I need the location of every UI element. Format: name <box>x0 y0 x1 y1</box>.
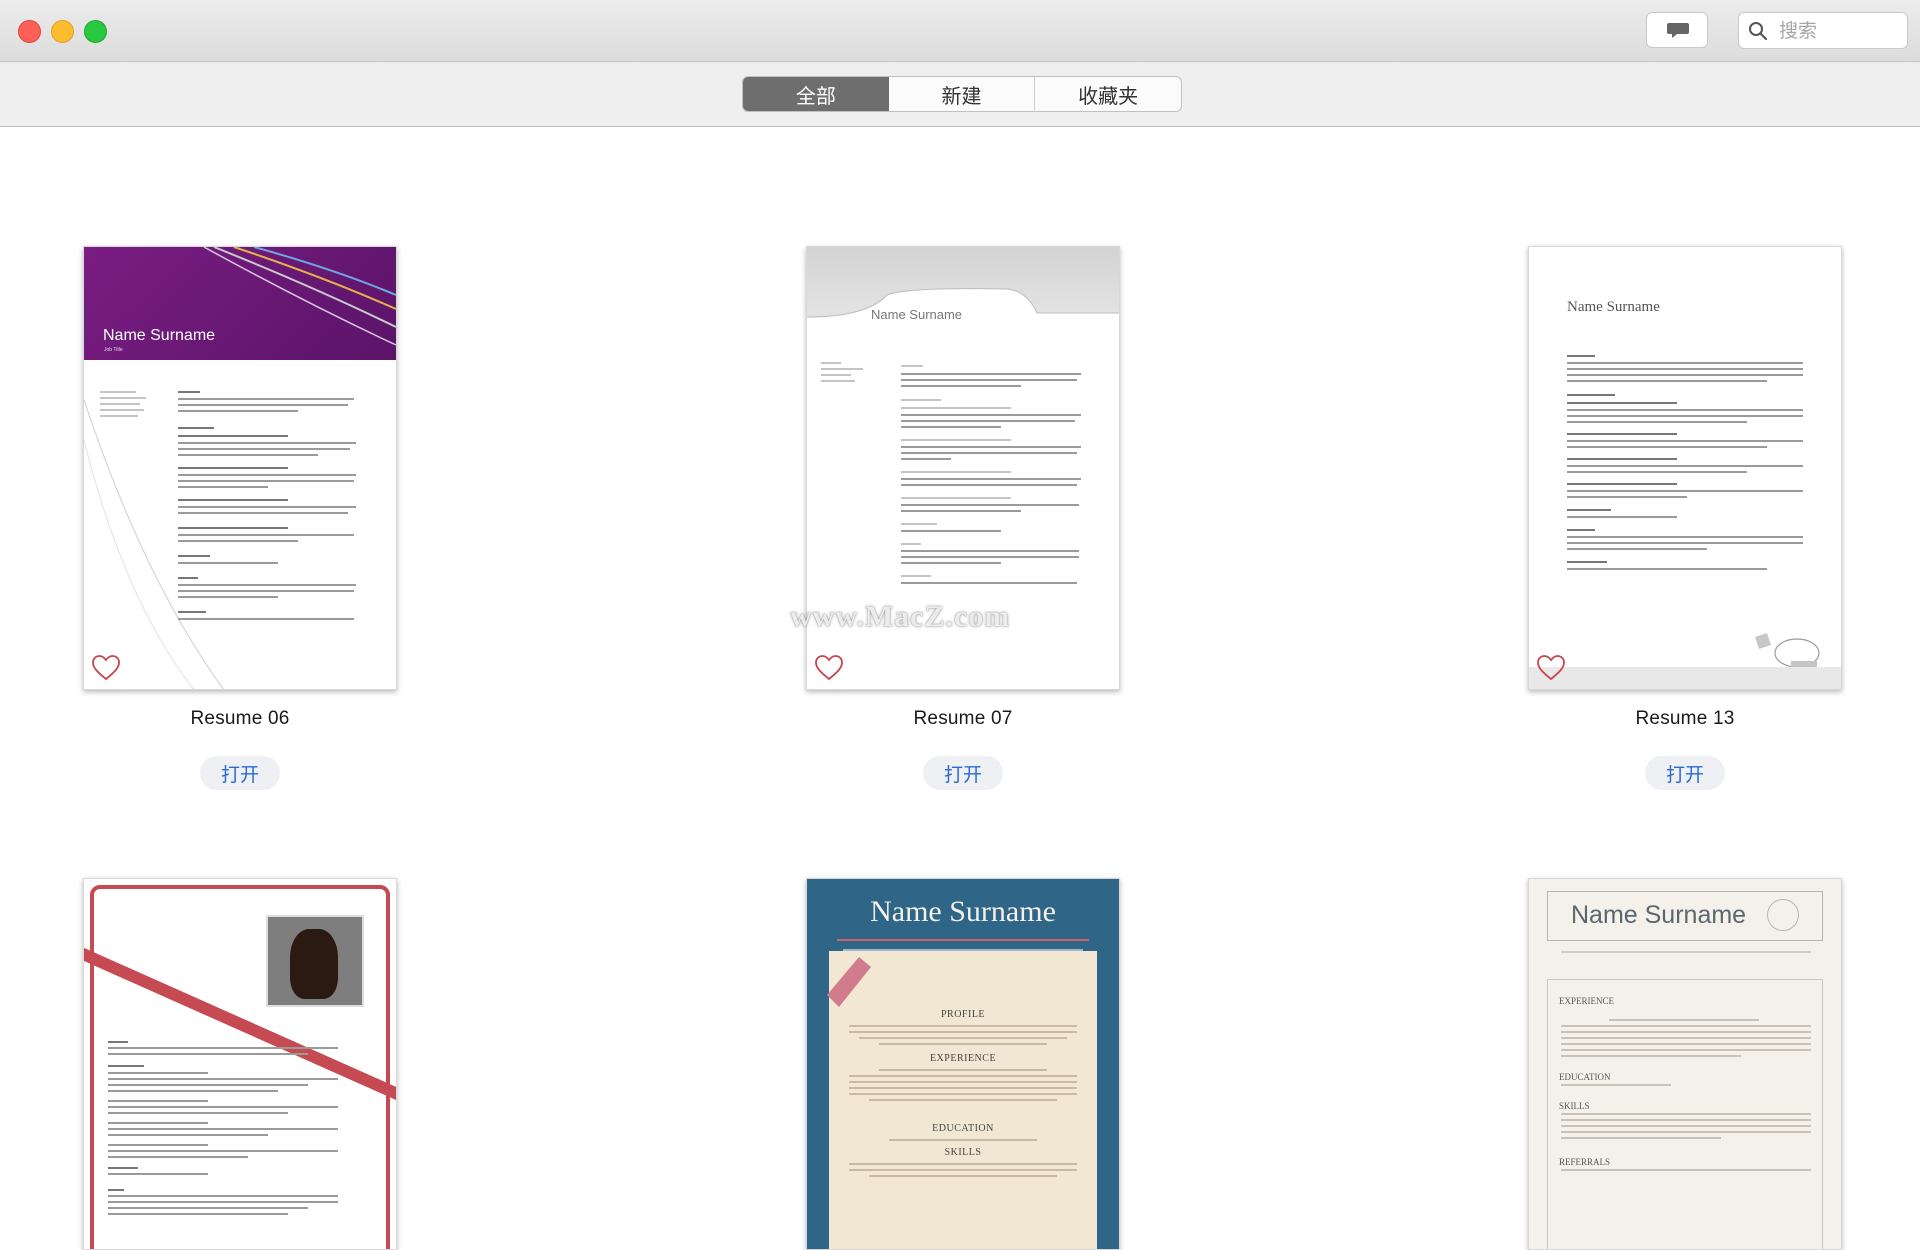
tab-new[interactable]: 新建 <box>889 77 1036 111</box>
open-button[interactable]: 打开 <box>1645 756 1725 790</box>
search-field[interactable] <box>1738 12 1908 49</box>
template-thumbnail[interactable]: Name Surname <box>1528 246 1842 690</box>
header-arc <box>807 288 1119 367</box>
footer-band <box>1529 667 1841 689</box>
template-thumbnail[interactable]: Name Surname Job Title <box>83 246 397 690</box>
heart-outline-icon[interactable] <box>1537 655 1565 681</box>
zoom-window-button[interactable] <box>84 20 107 43</box>
tab-all[interactable]: 全部 <box>743 77 889 111</box>
contact-line <box>1561 951 1811 953</box>
category-segmented-control: 全部 新建 收藏夹 <box>742 76 1182 112</box>
minimize-window-button[interactable] <box>51 20 74 43</box>
header-band: Name Surname Job Title <box>84 247 396 360</box>
preview-name: Name Surname <box>870 895 1056 928</box>
speech-bubble-icon <box>1667 23 1689 38</box>
clock-ornament <box>1767 899 1799 931</box>
section-heading: EDUCATION <box>1559 1072 1611 1082</box>
name-underline <box>837 939 1089 941</box>
section-heading: REFERRALS <box>1559 1157 1611 1167</box>
search-input[interactable] <box>1777 18 1901 44</box>
tab-favorites[interactable]: 收藏夹 <box>1035 77 1181 111</box>
section-heading: SKILLS <box>944 1147 982 1158</box>
template-thumbnail[interactable] <box>83 878 397 1250</box>
section-heading: EDUCATION <box>932 1123 994 1134</box>
title-bar <box>0 0 1920 62</box>
preview-name: Name Surname <box>103 327 216 344</box>
toolbar: 全部 新建 收藏夹 <box>0 62 1920 127</box>
template-title: Resume 06 <box>190 708 290 729</box>
preview-subtitle: Job Title <box>104 347 123 353</box>
magnifier-icon <box>1749 22 1768 41</box>
portrait-face <box>290 929 338 999</box>
open-button[interactable]: 打开 <box>923 756 1003 790</box>
heart-outline-icon[interactable] <box>92 655 120 681</box>
portrait-photo <box>266 915 364 1007</box>
template-thumbnail[interactable]: Name Surname PROFILE EXPERIENCE EDUCATIO… <box>806 878 1120 1250</box>
close-window-button[interactable] <box>18 20 41 43</box>
heart-outline-icon[interactable] <box>815 655 843 681</box>
template-title: Resume 07 <box>913 708 1013 729</box>
preview-name: Name Surname <box>1571 901 1747 929</box>
template-title: Resume 13 <box>1635 708 1735 729</box>
preview-name: Name Surname <box>1567 299 1660 315</box>
template-thumbnail[interactable]: Name Surname EXPERIENCE EDUCATION SKILLS… <box>1528 878 1842 1250</box>
open-button[interactable]: 打开 <box>200 756 280 790</box>
watermark-text: www.MacZ.com <box>790 600 1011 633</box>
section-heading: SKILLS <box>1559 1101 1590 1111</box>
section-heading: EXPERIENCE <box>929 1053 997 1064</box>
preview-name: Name Surname <box>871 307 963 322</box>
feedback-button[interactable] <box>1646 12 1708 48</box>
section-heading: EXPERIENCE <box>1559 996 1614 1006</box>
corner-ribbon <box>827 957 871 1007</box>
